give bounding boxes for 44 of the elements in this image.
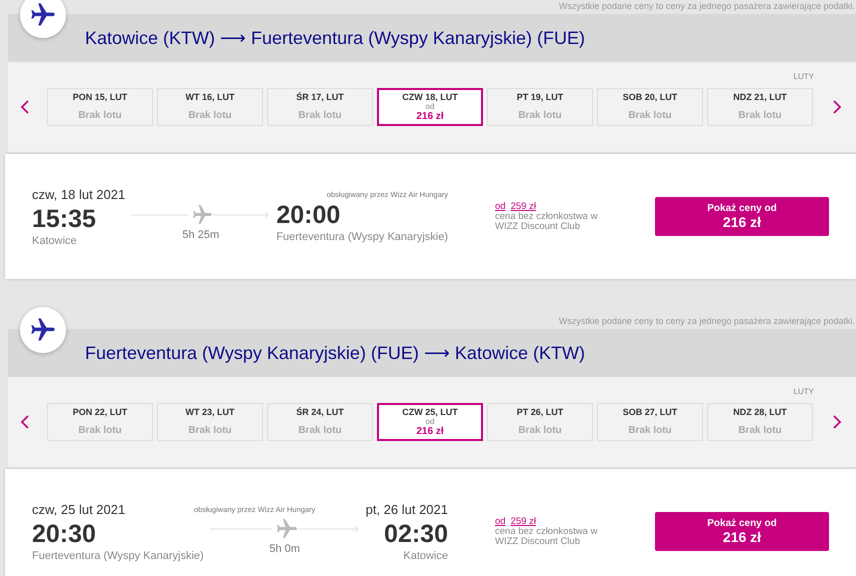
date-tile[interactable]: ŚR 17, LUT Brak lotu bbox=[267, 88, 373, 126]
date-tile[interactable]: CZW 25, LUT od 216 zł bbox=[377, 403, 483, 441]
date-tile[interactable]: ŚR 24, LUT Brak lotu bbox=[267, 403, 373, 441]
date-tile[interactable]: PON 15, LUT Brak lotu bbox=[47, 88, 153, 126]
route-title: Katowice (KTW) ⟶ Fuerteventura (Wyspy Kanaryjskie) (FUE) bbox=[85, 27, 585, 49]
price-link[interactable]: od bbox=[495, 202, 506, 212]
month-label: LUTY bbox=[794, 72, 814, 81]
price-notice: Wszystkie podane ceny to ceny za jednego pasażera zawierające podatki. bbox=[558, 316, 856, 328]
date-tile[interactable]: WT 23, LUT Brak lotu bbox=[157, 403, 263, 441]
show-prices-button[interactable]: Pokaż ceny od 216 zł bbox=[655, 197, 829, 236]
date-tile[interactable]: PT 19, LUT Brak lotu bbox=[487, 88, 593, 126]
chevron-left-icon[interactable] bbox=[20, 100, 30, 114]
flight-duration: 5h 0m bbox=[269, 542, 300, 554]
arrival-date: pt, 26 lut 2021 bbox=[366, 502, 448, 518]
price-link[interactable]: od bbox=[495, 516, 506, 526]
price-link[interactable]: 259 zł bbox=[510, 202, 536, 212]
arrival-time: 02:30 bbox=[384, 518, 448, 550]
route-title: Fuerteventura (Wyspy Kanaryjskie) (FUE) ⟶ Katowice (KTW) bbox=[85, 342, 585, 364]
departure-city: Fuerteventura (Wyspy Kanaryjskie) bbox=[32, 550, 204, 562]
departure-city: Katowice bbox=[32, 234, 78, 246]
flight-duration: 5h 25m bbox=[182, 228, 220, 240]
arrival-city: Katowice bbox=[403, 550, 448, 562]
membership-note: cena bez członkostwa w WIZZ Discount Club bbox=[495, 212, 598, 232]
arrival-time: 20:00 bbox=[276, 200, 342, 230]
date-tile[interactable]: NDZ 28, LUT Brak lotu bbox=[707, 403, 813, 441]
month-label: LUTY bbox=[794, 387, 814, 396]
date-tile[interactable]: SOB 27, LUT Brak lotu bbox=[597, 403, 703, 441]
price-link[interactable]: 259 zł bbox=[510, 516, 536, 526]
date-tile[interactable]: PON 22, LUT Brak lotu bbox=[47, 403, 153, 441]
arrival-city: Fuerteventura (Wyspy Kanaryjskie) bbox=[276, 230, 448, 242]
departure-time: 15:35 bbox=[32, 204, 97, 234]
departure-date: czw, 18 lut 2021 bbox=[32, 186, 126, 202]
price-notice: Wszystkie podane ceny to ceny za jednego pasażera zawierające podatki. bbox=[558, 1, 856, 13]
show-prices-button[interactable]: Pokaż ceny od 216 zł bbox=[655, 512, 829, 551]
chevron-left-icon[interactable] bbox=[20, 415, 30, 429]
date-tile[interactable]: SOB 20, LUT Brak lotu bbox=[597, 88, 703, 126]
date-tile[interactable]: NDZ 21, LUT Brak lotu bbox=[707, 88, 813, 126]
date-tile[interactable]: WT 16, LUT Brak lotu bbox=[157, 88, 263, 126]
chevron-right-icon[interactable] bbox=[832, 100, 842, 114]
departure-time: 20:30 bbox=[32, 518, 97, 550]
chevron-right-icon[interactable] bbox=[832, 415, 842, 429]
membership-note: cena bez członkostwa w WIZZ Discount Club bbox=[495, 526, 598, 546]
date-tile[interactable]: CZW 18, LUT od 216 zł bbox=[377, 88, 483, 126]
date-tile[interactable]: PT 26, LUT Brak lotu bbox=[487, 403, 593, 441]
